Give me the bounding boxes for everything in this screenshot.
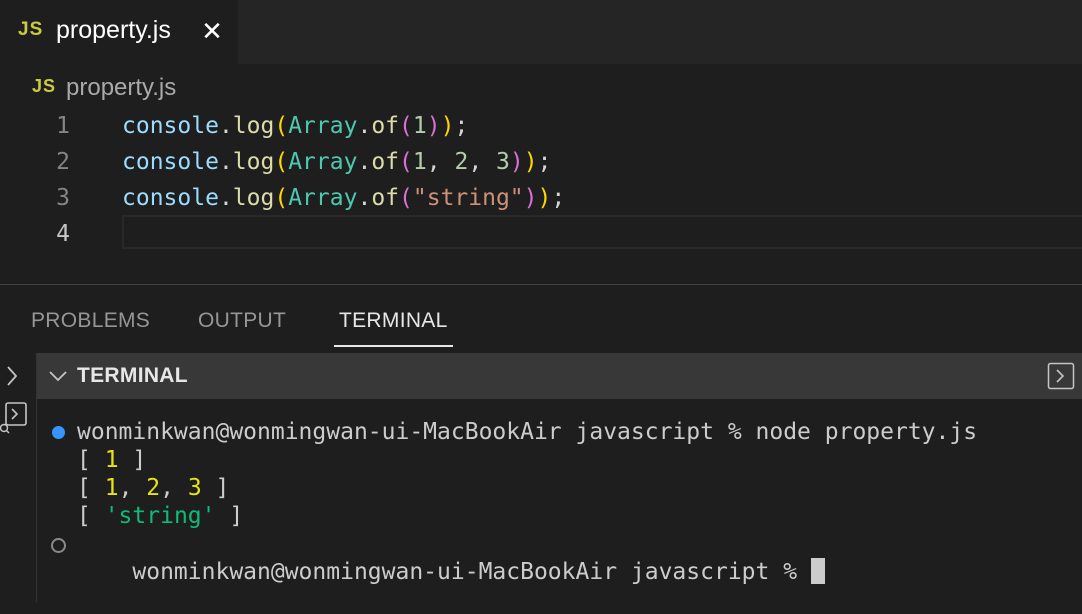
terminal-section-header[interactable]: TERMINAL [37, 353, 1082, 399]
breadcrumb-file[interactable]: property.js [66, 74, 176, 102]
active-tab-indicator [334, 345, 453, 347]
line-number: 3 [56, 185, 70, 211]
line-number: 1 [56, 113, 70, 139]
command-success-dot-icon [52, 426, 65, 439]
chevron-down-icon[interactable] [47, 367, 69, 385]
code-line: 4 [0, 216, 1082, 252]
code-text: console.log(Array.of(1)); [122, 113, 469, 139]
terminal-header-title: TERMINAL [77, 364, 188, 387]
terminal-launch-icon[interactable] [0, 401, 30, 435]
code-text: console.log(Array.of(1, 2, 3)); [122, 149, 552, 175]
line-number: 2 [56, 149, 70, 175]
tab-problems[interactable]: PROBLEMS [31, 309, 150, 333]
js-file-icon: JS [32, 76, 57, 96]
code-line: 3 console.log(Array.of("string")); [0, 180, 1082, 216]
chevron-right-icon[interactable] [4, 363, 20, 389]
terminal-line: [ 1 ] [77, 447, 147, 473]
tab-output[interactable]: OUTPUT [198, 309, 286, 333]
terminal-line: [ 'string' ] [77, 503, 244, 529]
split-terminal-icon[interactable] [1047, 362, 1075, 390]
terminal-side-strip [0, 353, 37, 602]
panel-tab-bar: PROBLEMS OUTPUT TERMINAL [0, 285, 1082, 353]
tab-terminal[interactable]: TERMINAL [339, 309, 448, 333]
code-text: console.log(Array.of("string")); [122, 185, 566, 211]
terminal-prompt-line: wonminkwan@wonmingwan-ui-MacBookAir java… [77, 530, 825, 614]
code-line: 1 console.log(Array.of(1)); [0, 108, 1082, 144]
terminal-line: wonminkwan@wonmingwan-ui-MacBookAir java… [77, 419, 978, 445]
code-editor[interactable]: 1 console.log(Array.of(1)); 2 console.lo… [0, 108, 1082, 284]
terminal-prompt: wonminkwan@wonmingwan-ui-MacBookAir java… [132, 559, 811, 585]
tab-property-js[interactable]: JS property.js ✕ [0, 0, 238, 64]
terminal-cursor [810, 558, 825, 584]
terminal-output[interactable]: wonminkwan@wonmingwan-ui-MacBookAir java… [37, 399, 1082, 602]
code-line: 2 console.log(Array.of(1, 2, 3)); [0, 144, 1082, 180]
close-icon[interactable]: ✕ [199, 16, 225, 46]
tab-label: property.js [56, 16, 171, 44]
breadcrumb: JS property.js [0, 64, 1082, 108]
command-pending-dot-icon [51, 538, 66, 553]
line-number: 4 [56, 221, 70, 247]
editor-tab-bar: JS property.js ✕ [0, 0, 1082, 64]
terminal-line: [ 1, 2, 3 ] [77, 475, 230, 501]
js-file-icon: JS [18, 19, 44, 40]
